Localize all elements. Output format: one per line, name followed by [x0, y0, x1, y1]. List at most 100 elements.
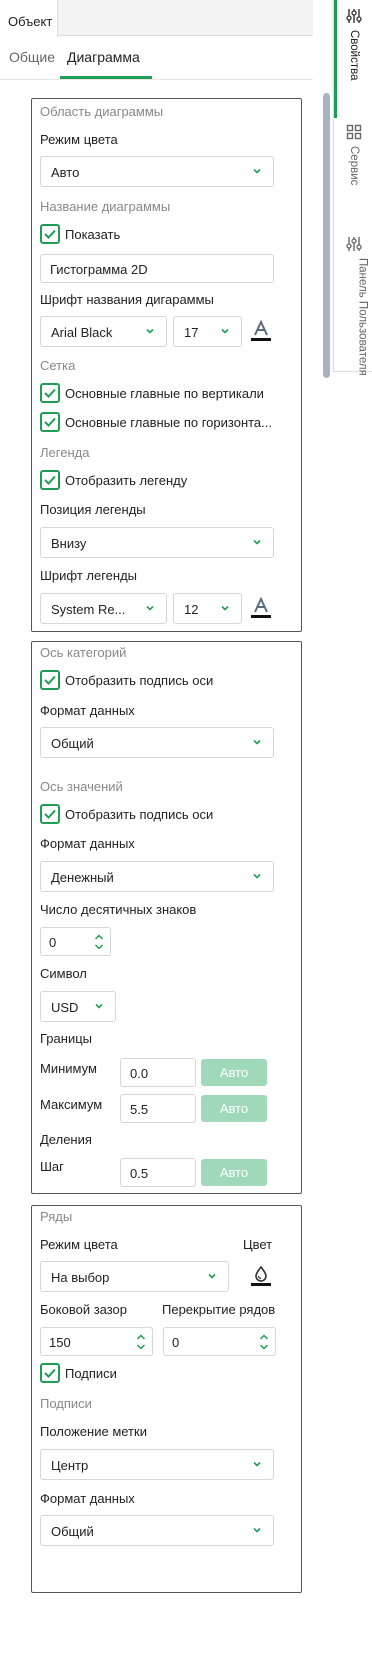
top-tab-strip: Объект — [0, 0, 313, 37]
min-input[interactable]: 0.0 — [120, 1058, 196, 1087]
series-labels-check-label: Подписи — [65, 1365, 117, 1381]
title-font-label: Шрифт названия дигараммы — [40, 292, 214, 307]
font-color-icon[interactable] — [250, 596, 272, 620]
step-label: Шаг — [40, 1159, 64, 1174]
series-color-label: Цвет — [243, 1237, 273, 1252]
legend-position-select[interactable]: Внизу — [40, 527, 274, 558]
tab-object[interactable]: Объект — [0, 0, 58, 37]
side-item-label: Свойства — [348, 30, 361, 81]
value-axis-show-row[interactable]: Отобразить подпись оси — [40, 804, 213, 824]
section-title-labels: Подписи — [40, 1396, 92, 1411]
chevron-down-icon — [95, 1003, 103, 1009]
sliders-icon — [345, 237, 362, 251]
decimals-stepper[interactable]: 0 — [40, 927, 111, 956]
show-title-label: Показать — [65, 226, 121, 242]
section-title-category-axis: Ось категорий — [40, 645, 127, 660]
legend-font-label: Шрифт легенды — [40, 568, 137, 583]
category-axis-show-label: Отобразить подпись оси — [65, 672, 214, 688]
category-axis-show-checkbox[interactable] — [40, 670, 60, 690]
legend-font-select[interactable]: System Re... — [40, 593, 167, 624]
label-position-value: Центр — [51, 1458, 89, 1473]
title-font-size-value: 17 — [184, 325, 199, 340]
grid-vertical-row[interactable]: Основные главные по вертикали — [40, 383, 264, 403]
category-format-label: Формат данных — [40, 703, 135, 718]
legend-show-checkbox[interactable] — [40, 470, 60, 490]
fill-color-icon[interactable] — [250, 1264, 272, 1288]
value-axis-show-checkbox[interactable] — [40, 804, 60, 824]
value-axis-show-label: Отобразить подпись оси — [65, 806, 214, 822]
value-format-select[interactable]: Денежный — [40, 861, 274, 892]
stepper-arrows-icon[interactable] — [259, 1331, 269, 1353]
grid-vertical-label: Основные главные по вертикали — [65, 385, 264, 401]
legend-font-size-select[interactable]: 12 — [173, 593, 242, 624]
side-item-properties[interactable]: Свойства — [334, 8, 372, 81]
symbol-label: Символ — [40, 966, 87, 981]
side-item-label: Сервис — [348, 146, 361, 186]
font-color-icon[interactable] — [250, 319, 272, 343]
series-group: Ряды Режим цвета Цвет На выбор Боковой з… — [31, 1205, 302, 1593]
check-icon — [44, 675, 56, 685]
legend-font-size-value: 12 — [184, 602, 199, 617]
series-format-value: Общий — [51, 1524, 94, 1539]
subtabs: Общие Диаграмма — [0, 37, 313, 80]
show-title-checkbox[interactable] — [40, 224, 60, 244]
section-title-legend: Легенда — [40, 445, 90, 460]
category-format-select[interactable]: Общий — [40, 727, 274, 758]
decimals-value: 0 — [49, 935, 57, 950]
category-format-value: Общий — [51, 736, 94, 751]
series-labels-row[interactable]: Подписи — [40, 1363, 117, 1383]
step-auto-button[interactable]: Авто — [201, 1159, 267, 1186]
step-input[interactable]: 0.5 — [120, 1158, 196, 1187]
min-label: Минимум — [40, 1061, 97, 1076]
active-tab-indicator — [60, 76, 152, 79]
scrollbar-thumb[interactable] — [323, 93, 330, 378]
chevron-down-icon — [253, 168, 261, 174]
chevron-down-icon — [253, 873, 261, 879]
title-font-size-select[interactable]: 17 — [173, 316, 242, 347]
gap-stepper[interactable]: 150 — [40, 1327, 153, 1356]
max-auto-button[interactable]: Авто — [201, 1095, 267, 1122]
category-axis-show-row[interactable]: Отобразить подпись оси — [40, 670, 213, 690]
symbol-select[interactable]: USD — [40, 991, 116, 1022]
chevron-down-icon — [146, 328, 154, 334]
value-format-label: Формат данных — [40, 836, 135, 851]
min-auto-button[interactable]: Авто — [201, 1059, 267, 1086]
title-font-select[interactable]: Arial Black — [40, 316, 167, 347]
symbol-value: USD — [51, 1000, 79, 1015]
series-labels-checkbox[interactable] — [40, 1363, 60, 1383]
chevron-down-icon — [253, 739, 261, 745]
check-icon — [44, 809, 56, 819]
label-position-label: Положение метки — [40, 1424, 147, 1439]
overlap-stepper[interactable]: 0 — [163, 1327, 276, 1356]
show-title-checkbox-row[interactable]: Показать — [40, 224, 120, 244]
side-item-user-panel[interactable]: Панель Пользователя — [334, 236, 372, 376]
chart-area-group: Область диаграммы Режим цвета Авто Назва… — [31, 98, 302, 632]
series-color-mode-select[interactable]: На выбор — [40, 1261, 229, 1292]
grid-horizontal-row[interactable]: Основные главные по горизонта... — [40, 412, 272, 432]
tab-general[interactable]: Общие — [9, 49, 55, 65]
stepper-arrows-icon[interactable] — [94, 931, 104, 953]
side-item-service[interactable]: Сервис — [334, 124, 372, 185]
series-format-label: Формат данных — [40, 1491, 135, 1506]
legend-show-row[interactable]: Отобразить легенду — [40, 470, 187, 490]
tab-chart[interactable]: Диаграмма — [67, 49, 140, 65]
legend-font-value: System Re... — [51, 602, 126, 617]
max-label: Максимум — [40, 1097, 103, 1112]
series-color-mode-label: Режим цвета — [40, 1237, 118, 1252]
chevron-down-icon — [208, 1273, 216, 1279]
chevron-down-icon — [253, 1461, 261, 1467]
max-input[interactable]: 5.5 — [120, 1094, 196, 1123]
chevron-down-icon — [221, 605, 229, 611]
color-mode-select[interactable]: Авто — [40, 156, 274, 187]
grid-vertical-checkbox[interactable] — [40, 383, 60, 403]
section-title-series: Ряды — [40, 1209, 73, 1224]
value-format-value: Денежный — [51, 870, 114, 885]
chart-name-input[interactable]: Гистограмма 2D — [40, 254, 274, 283]
label-position-select[interactable]: Центр — [40, 1449, 274, 1480]
grid-horizontal-checkbox[interactable] — [40, 412, 60, 432]
title-font-value: Arial Black — [51, 325, 113, 340]
series-format-select[interactable]: Общий — [40, 1515, 274, 1546]
stepper-arrows-icon[interactable] — [136, 1331, 146, 1353]
chevron-down-icon — [253, 1527, 261, 1533]
section-title-value-axis: Ось значений — [40, 779, 123, 794]
